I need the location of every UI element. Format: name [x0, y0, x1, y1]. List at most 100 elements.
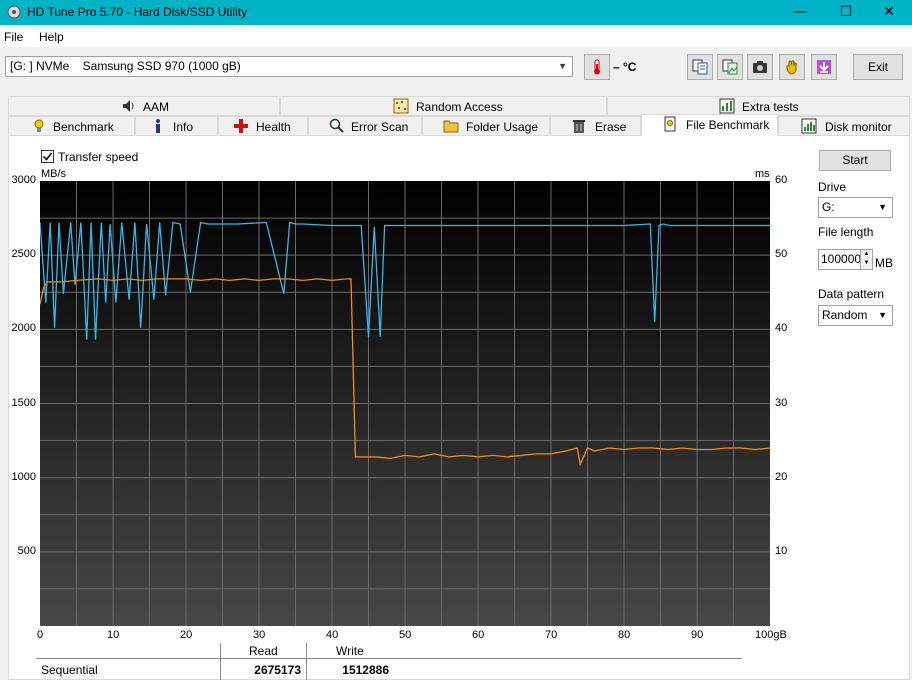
screenshot-button[interactable] [747, 54, 773, 80]
drive-label: Drive [818, 180, 847, 194]
file-length-value: 100000 [821, 252, 862, 266]
x-tick-label: 70 [545, 629, 558, 641]
results-row-label: Sequential [41, 663, 98, 677]
results-head-read: Read [249, 644, 278, 658]
x-tick-label: 60 [472, 629, 485, 641]
x-tick-label: 0 [37, 629, 44, 641]
hand-button[interactable] [779, 54, 805, 80]
tab-error-scan-label: Error Scan [351, 120, 409, 134]
tab-info[interactable]: Info [135, 116, 218, 136]
transfer-speed-checkbox[interactable] [41, 150, 54, 163]
x-tick-label: 100gB [755, 629, 787, 641]
y-right-tick-label: 40 [775, 322, 788, 335]
chevron-down-icon: ▼ [558, 61, 567, 71]
data-pattern-dropdown[interactable]: Random ▼ [818, 305, 893, 326]
info-icon [156, 119, 160, 133]
health-icon [234, 119, 248, 133]
copy-image-button[interactable] [717, 54, 743, 80]
tab-erase[interactable]: Erase [550, 116, 641, 136]
tab-aam[interactable]: AAM [8, 96, 280, 116]
chevron-down-icon: ▼ [878, 310, 887, 320]
exit-button[interactable]: Exit [853, 54, 903, 80]
tab-disk-monitor-label: Disk monitor [825, 120, 892, 134]
tab-disk-monitor[interactable]: Disk monitor [778, 116, 910, 136]
y-left-tick-label: 1000 [11, 470, 36, 483]
menu-bar: File Help [0, 25, 912, 47]
drive-dropdown-value: G: [822, 200, 835, 214]
menu-file[interactable]: File [4, 30, 23, 44]
drive-dropdown[interactable]: G: ▼ [818, 197, 893, 218]
tab-random-access-label: Random Access [416, 100, 503, 114]
temperature-readout: – °C [613, 60, 637, 74]
hand-icon [786, 60, 797, 75]
y-right-tick-label: 50 [775, 248, 788, 261]
y-left-tick-label: 3000 [11, 174, 36, 186]
y-right-tick-label: 60 [775, 174, 788, 186]
data-pattern-value: Random [822, 308, 868, 322]
transfer-speed-chart [40, 181, 770, 626]
folder-icon [443, 120, 459, 133]
x-tick-label: 40 [326, 629, 339, 641]
minimize-button[interactable]: — [777, 0, 823, 25]
window-title: HD Tune Pro 5.70 - Hard Disk/SSD Utility [27, 5, 248, 19]
random-access-icon [393, 98, 409, 114]
title-bar: HD Tune Pro 5.70 - Hard Disk/SSD Utility… [0, 0, 912, 25]
tab-benchmark[interactable]: Benchmark [8, 116, 135, 136]
x-tick-label: 20 [180, 629, 193, 641]
copy-text-button[interactable] [687, 54, 713, 80]
tab-folder-usage-label: Folder Usage [466, 120, 539, 134]
extra-tests-icon [719, 98, 735, 114]
tab-file-benchmark[interactable]: File Benchmark [641, 114, 778, 136]
x-tick-label: 80 [618, 629, 631, 641]
tab-extra-tests[interactable]: Extra tests [607, 96, 910, 116]
file-benchmark-icon [664, 116, 676, 132]
disk-monitor-icon [801, 118, 817, 134]
x-tick-label: 30 [253, 629, 266, 641]
maximize-button[interactable]: ☐ [823, 0, 869, 25]
tab-file-benchmark-label: File Benchmark [686, 118, 770, 132]
y-right-unit: ms [755, 168, 770, 180]
copy-image-icon [722, 59, 738, 75]
file-length-input[interactable]: 100000 ▲ ▼ [818, 249, 873, 270]
tab-health[interactable]: Health [218, 116, 308, 136]
thermometer-button[interactable] [584, 54, 610, 80]
x-tick-label: 90 [691, 629, 704, 641]
y-left-tick-label: 1500 [11, 396, 36, 409]
copy-text-icon [692, 59, 708, 75]
error-scan-icon [329, 118, 344, 133]
app-icon [7, 5, 21, 19]
results-head-write: Write [336, 644, 364, 658]
download-arrow-icon [817, 60, 831, 74]
y-left-unit: MB/s [41, 168, 67, 180]
erase-icon [573, 120, 585, 133]
file-length-spinner[interactable]: ▲ ▼ [860, 250, 872, 269]
results-divider [36, 658, 742, 659]
menu-help[interactable]: Help [39, 30, 64, 44]
y-left-tick-label: 2000 [11, 322, 36, 335]
drive-select-value: [G: ] NVMe Samsung SSD 970 (1000 gB) [10, 59, 241, 73]
transfer-speed-label: Transfer speed [58, 150, 139, 164]
chevron-down-icon: ▼ [878, 202, 887, 212]
data-pattern-label: Data pattern [818, 287, 885, 301]
start-button[interactable]: Start [819, 150, 891, 171]
tab-folder-usage[interactable]: Folder Usage [422, 116, 550, 136]
y-left-tick-label: 500 [17, 544, 36, 557]
results-write-value: 1512886 [342, 663, 389, 677]
camera-icon [753, 61, 767, 73]
speaker-icon [123, 100, 134, 112]
x-tick-label: 10 [107, 629, 120, 641]
file-length-unit: MB [875, 256, 893, 270]
y-right-tick-label: 20 [775, 470, 788, 483]
results-read-value: 2675173 [254, 663, 301, 677]
y-right-tick-label: 10 [775, 544, 788, 557]
drive-select[interactable]: [G: ] NVMe Samsung SSD 970 (1000 gB) ▼ [5, 56, 573, 77]
tab-aam-label: AAM [143, 100, 170, 114]
benchmark-icon [34, 119, 44, 132]
tab-random-access[interactable]: Random Access [280, 96, 607, 116]
save-button[interactable] [811, 54, 837, 80]
y-right-tick-label: 30 [775, 396, 788, 409]
tab-benchmark-label: Benchmark [53, 120, 114, 134]
close-button[interactable]: ✕ [866, 0, 912, 25]
tab-error-scan[interactable]: Error Scan [308, 116, 422, 136]
tab-erase-label: Erase [595, 120, 627, 134]
